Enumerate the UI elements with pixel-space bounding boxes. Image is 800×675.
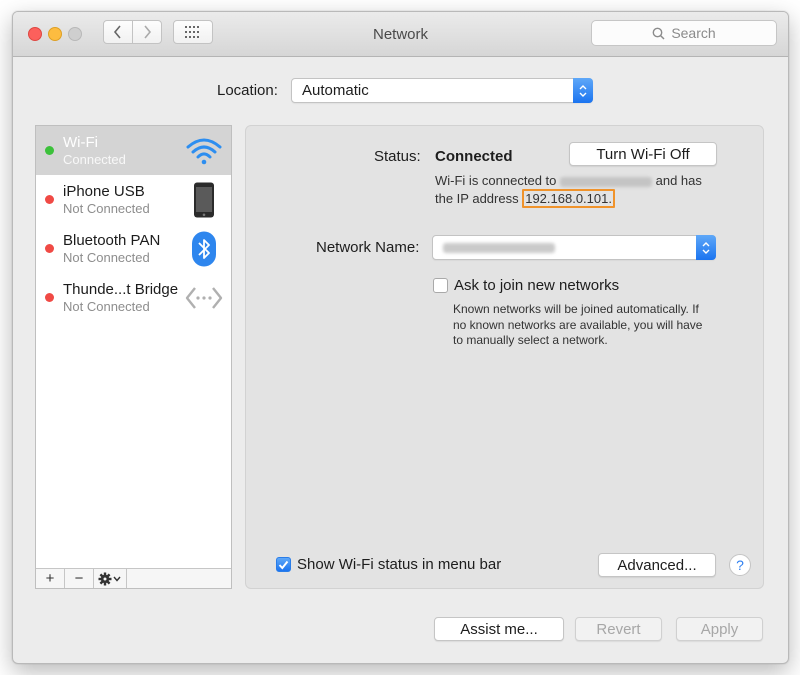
checkmark-icon [278, 560, 289, 570]
show-wifi-status-checkbox[interactable] [276, 557, 291, 572]
advanced-button[interactable]: Advanced... [598, 553, 716, 577]
service-name: Thunde...t Bridge [63, 281, 179, 298]
show-wifi-status-label: Show Wi-Fi status in menu bar [297, 556, 502, 573]
connection-description-line1: Wi-Fi is connected to and has [435, 173, 702, 188]
service-bluetooth-pan[interactable]: Bluetooth PAN Not Connected [36, 224, 231, 273]
network-name-label: Network Name: [316, 239, 420, 256]
network-preferences-window: Network Search Location: Automatic Wi-Fi… [12, 11, 789, 664]
desc-suffix: and has [655, 173, 702, 188]
popup-arrows-icon [696, 235, 716, 260]
network-service-list: Wi-Fi Connected iPhone USB Not Connected [35, 125, 232, 589]
service-name: Wi-Fi [63, 134, 98, 151]
status-dot-connected [45, 146, 54, 155]
ask-desc-line: Known networks will be joined automatica… [453, 302, 699, 316]
action-menu-button[interactable] [94, 569, 127, 588]
status-label: Status: [374, 148, 421, 165]
thunderbolt-bridge-icon [185, 280, 223, 316]
status-dot-disconnected [45, 293, 54, 302]
title-bar: Network Search [13, 12, 788, 57]
service-status: Not Connected [63, 299, 150, 314]
turn-wifi-off-button[interactable]: Turn Wi-Fi Off [569, 142, 717, 166]
search-placeholder: Search [671, 25, 716, 41]
apply-button[interactable]: Apply [676, 617, 763, 641]
search-icon [652, 27, 665, 40]
wifi-icon [185, 133, 223, 169]
connection-description-line2: the IP address 192.168.0.101. [435, 189, 615, 208]
desc-prefix: Wi-Fi is connected to [435, 173, 557, 188]
ask-desc-line: to manually select a network. [453, 333, 608, 347]
status-value: Connected [435, 148, 513, 165]
service-name: Bluetooth PAN [63, 232, 161, 249]
help-button[interactable]: ? [729, 554, 751, 576]
service-status: Not Connected [63, 201, 150, 216]
ip-address: 192.168.0.101. [522, 189, 615, 208]
assist-me-button[interactable]: Assist me... [434, 617, 564, 641]
iphone-icon [185, 182, 223, 218]
service-status: Connected [63, 152, 126, 167]
redacted-network-name [560, 176, 652, 187]
location-popup[interactable]: Automatic [291, 78, 593, 103]
search-field[interactable]: Search [591, 20, 777, 46]
gear-icon [98, 572, 121, 585]
service-wifi[interactable]: Wi-Fi Connected [36, 126, 231, 175]
ask-desc-line: no known networks are available, you wil… [453, 318, 703, 332]
remove-service-button[interactable]: − [65, 569, 94, 588]
status-dot-disconnected [45, 244, 54, 253]
desc-ip-prefix: the IP address [435, 191, 519, 206]
location-value: Automatic [302, 82, 369, 99]
service-name: iPhone USB [63, 183, 145, 200]
service-status: Not Connected [63, 250, 150, 265]
network-name-popup[interactable] [432, 235, 716, 260]
status-dot-disconnected [45, 195, 54, 204]
bluetooth-icon [185, 231, 223, 267]
popup-arrows-icon [573, 78, 593, 103]
ask-to-join-checkbox[interactable] [433, 278, 448, 293]
add-service-button[interactable]: + [36, 569, 65, 588]
service-thunderbolt-bridge[interactable]: Thunde...t Bridge Not Connected [36, 273, 231, 322]
location-label: Location: [217, 82, 278, 99]
redacted-network-name-value [443, 243, 555, 253]
service-iphone-usb[interactable]: iPhone USB Not Connected [36, 175, 231, 224]
service-list-toolbar: + − [36, 568, 231, 588]
ask-to-join-label: Ask to join new networks [454, 277, 620, 294]
revert-button[interactable]: Revert [575, 617, 662, 641]
